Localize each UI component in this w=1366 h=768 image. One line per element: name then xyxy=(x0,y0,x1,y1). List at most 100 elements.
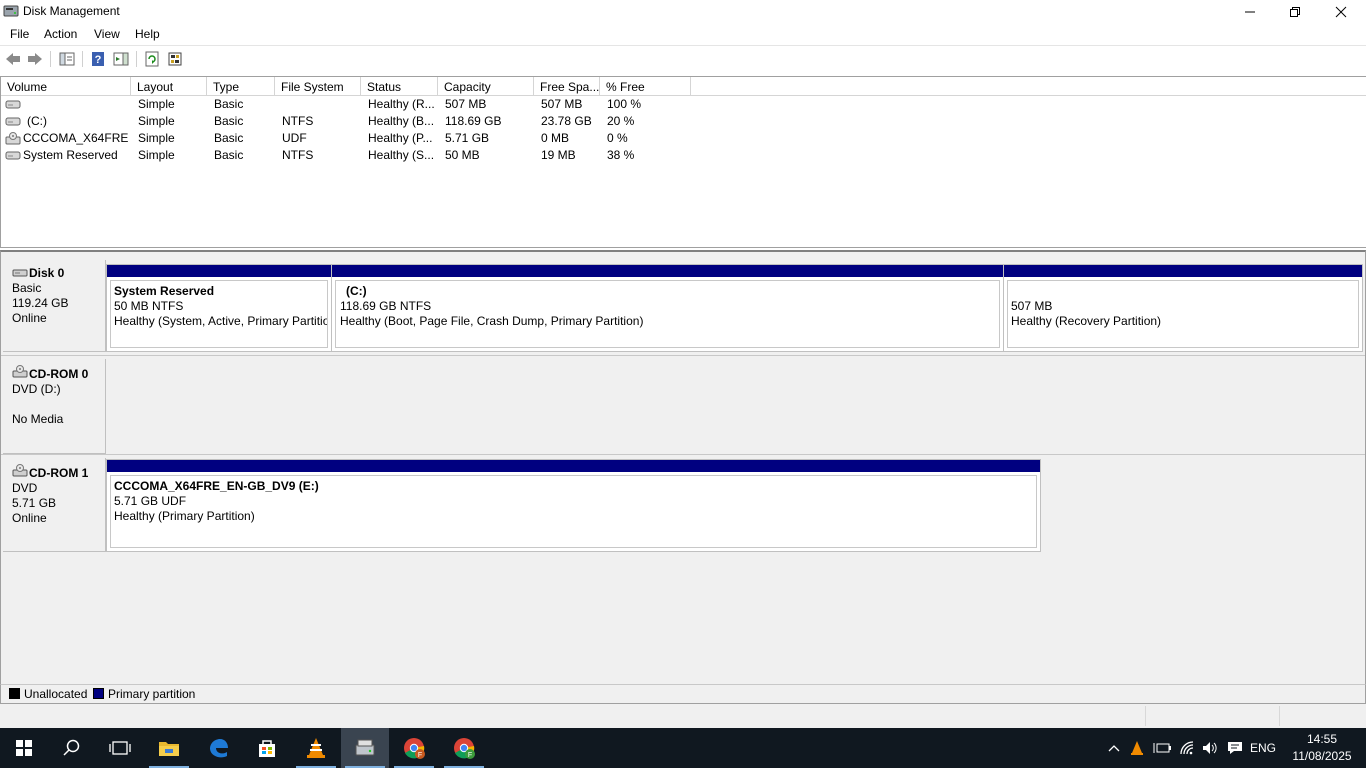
volume-list[interactable]: Volume Layout Type File System Status Ca… xyxy=(0,76,1366,248)
cell-volume: (C:) xyxy=(27,114,47,128)
disk-management-icon[interactable] xyxy=(341,728,389,768)
disk-size xyxy=(12,397,105,412)
chevron-up-icon[interactable] xyxy=(1104,728,1124,768)
notification-icon[interactable] xyxy=(1224,728,1246,768)
svg-text:F: F xyxy=(468,752,472,759)
table-row[interactable]: CCCOMA_X64FRE... Simple Basic UDF Health… xyxy=(1,130,701,147)
toolbar-separator xyxy=(50,51,51,67)
disk-row-disk-0: Disk 0 Basic 119.24 GB Online System Res… xyxy=(1,260,1365,352)
clock[interactable]: 14:55 11/08/2025 xyxy=(1284,731,1360,765)
column-header-capacity[interactable]: Capacity xyxy=(438,77,534,96)
taskbar: F F ENG 14:55 11/08/2025 xyxy=(0,728,1366,768)
volume-icon[interactable] xyxy=(1200,728,1222,768)
svg-text:?: ? xyxy=(95,54,102,66)
cell-layout: Simple xyxy=(138,114,175,128)
vlc-icon[interactable] xyxy=(292,728,340,768)
file-explorer-icon[interactable] xyxy=(145,728,193,768)
cell-status: Healthy (B... xyxy=(368,114,435,128)
cell-status: Healthy (S... xyxy=(368,148,435,162)
cell-percent-free: 100 % xyxy=(607,97,642,111)
cell-capacity: 118.69 GB xyxy=(445,114,502,128)
column-header-status[interactable]: Status xyxy=(361,77,438,96)
cell-type: Basic xyxy=(214,148,244,162)
disk-info-cd-rom-0[interactable]: CD-ROM 0 DVD (D:) No Media xyxy=(3,359,106,454)
column-header-percent-free[interactable]: % Free xyxy=(600,77,691,96)
column-header-free-space[interactable]: Free Spa... xyxy=(534,77,600,96)
refresh-icon[interactable] xyxy=(143,50,161,68)
chrome-icon[interactable]: F xyxy=(390,728,438,768)
disk-status: Online xyxy=(12,511,47,525)
disk-size: 119.24 GB xyxy=(12,296,69,310)
language-indicator[interactable]: ENG xyxy=(1250,741,1276,755)
vlc-tray-icon[interactable] xyxy=(1127,728,1147,768)
partition-name: CCCOMA_X64FRE_EN-GB_DV9 (E:) xyxy=(114,479,319,493)
disk-row-cd-rom-0: CD-ROM 0 DVD (D:) No Media xyxy=(1,359,1365,454)
edge-icon[interactable] xyxy=(194,728,242,768)
start-icon[interactable] xyxy=(0,728,48,768)
partition-e-drive[interactable]: CCCOMA_X64FRE_EN-GB_DV9 (E:) 5.71 GB UDF… xyxy=(106,459,1041,552)
partition-color-bar xyxy=(332,265,1003,277)
search-icon[interactable] xyxy=(48,728,96,768)
partition-status: Healthy (Recovery Partition) xyxy=(1011,314,1162,328)
disk-type: DVD (D:) xyxy=(12,382,61,396)
minimize-button[interactable] xyxy=(1227,0,1273,24)
cell-free-space: 23.78 GB xyxy=(541,114,592,128)
disk-info-disk-0[interactable]: Disk 0 Basic 119.24 GB Online xyxy=(3,260,106,352)
partition-status: Healthy (Boot, Page File, Crash Dump, Pr… xyxy=(340,314,644,328)
legend: Unallocated Primary partition xyxy=(0,684,1366,704)
svg-text:F: F xyxy=(418,752,422,759)
properties-icon[interactable] xyxy=(166,50,184,68)
column-header-type[interactable]: Type xyxy=(207,77,275,96)
task-view-icon[interactable] xyxy=(96,728,144,768)
cell-volume: System Reserved xyxy=(23,148,118,162)
partition-recovery[interactable]: 507 MB Healthy (Recovery Partition) xyxy=(1003,264,1363,352)
partition-status: Healthy (System, Active, Primary Partiti… xyxy=(114,314,328,328)
legend-swatch-unallocated xyxy=(9,688,20,699)
disk-row-divider xyxy=(1,454,1365,455)
legend-label-primary: Primary partition xyxy=(108,687,196,701)
legend-swatch-primary xyxy=(93,688,104,699)
partition-status: Healthy (Primary Partition) xyxy=(114,509,255,523)
partition-details: System Reserved 50 MB NTFS Healthy (Syst… xyxy=(110,280,328,348)
restore-button[interactable] xyxy=(1272,0,1318,24)
disk-size: 5.71 GB xyxy=(12,496,57,510)
cell-status: Healthy (P... xyxy=(368,131,433,145)
partition-size: 507 MB xyxy=(1011,299,1053,313)
disk-name: CD-ROM 1 xyxy=(29,466,89,480)
forward-arrow-icon[interactable] xyxy=(26,50,44,68)
partition-c-drive[interactable]: (C:) 118.69 GB NTFS Healthy (Boot, Page … xyxy=(331,264,1004,352)
cd-drive-icon xyxy=(12,365,28,378)
cd-drive-icon xyxy=(12,464,28,477)
partition-name: System Reserved xyxy=(114,284,215,298)
disk-name: Disk 0 xyxy=(29,266,65,280)
drive-icon xyxy=(5,115,21,127)
toolbar-separator xyxy=(136,51,137,67)
console-tree-icon[interactable] xyxy=(58,50,76,68)
table-row[interactable]: Simple Basic Healthy (R... 507 MB 507 MB… xyxy=(1,96,701,113)
back-arrow-icon[interactable] xyxy=(4,50,22,68)
menu-action[interactable]: Action xyxy=(44,27,77,41)
cell-file-system: NTFS xyxy=(282,114,314,128)
menu-file[interactable]: File xyxy=(10,27,29,41)
wifi-icon[interactable] xyxy=(1177,728,1199,768)
disk-status: No Media xyxy=(12,412,64,426)
cell-type: Basic xyxy=(214,114,244,128)
cell-free-space: 19 MB xyxy=(541,148,576,162)
clock-date: 11/08/2025 xyxy=(1292,749,1352,763)
menu-help[interactable]: Help xyxy=(135,27,160,41)
chrome-icon[interactable]: F xyxy=(440,728,488,768)
cell-percent-free: 0 % xyxy=(607,131,628,145)
battery-icon[interactable] xyxy=(1151,728,1173,768)
partition-system-reserved[interactable]: System Reserved 50 MB NTFS Healthy (Syst… xyxy=(106,264,332,352)
column-header-layout[interactable]: Layout xyxy=(131,77,207,96)
table-row[interactable]: System Reserved Simple Basic NTFS Health… xyxy=(1,147,701,164)
action-pane-icon[interactable] xyxy=(112,50,130,68)
disk-info-cd-rom-1[interactable]: CD-ROM 1 DVD 5.71 GB Online xyxy=(3,458,106,552)
column-header-volume[interactable]: Volume xyxy=(1,77,131,96)
close-button[interactable] xyxy=(1318,0,1364,24)
help-icon[interactable]: ? xyxy=(89,50,107,68)
table-row[interactable]: (C:) Simple Basic NTFS Healthy (B... 118… xyxy=(1,113,701,130)
column-header-file-system[interactable]: File System xyxy=(275,77,361,96)
menu-view[interactable]: View xyxy=(94,27,120,41)
store-icon[interactable] xyxy=(243,728,291,768)
